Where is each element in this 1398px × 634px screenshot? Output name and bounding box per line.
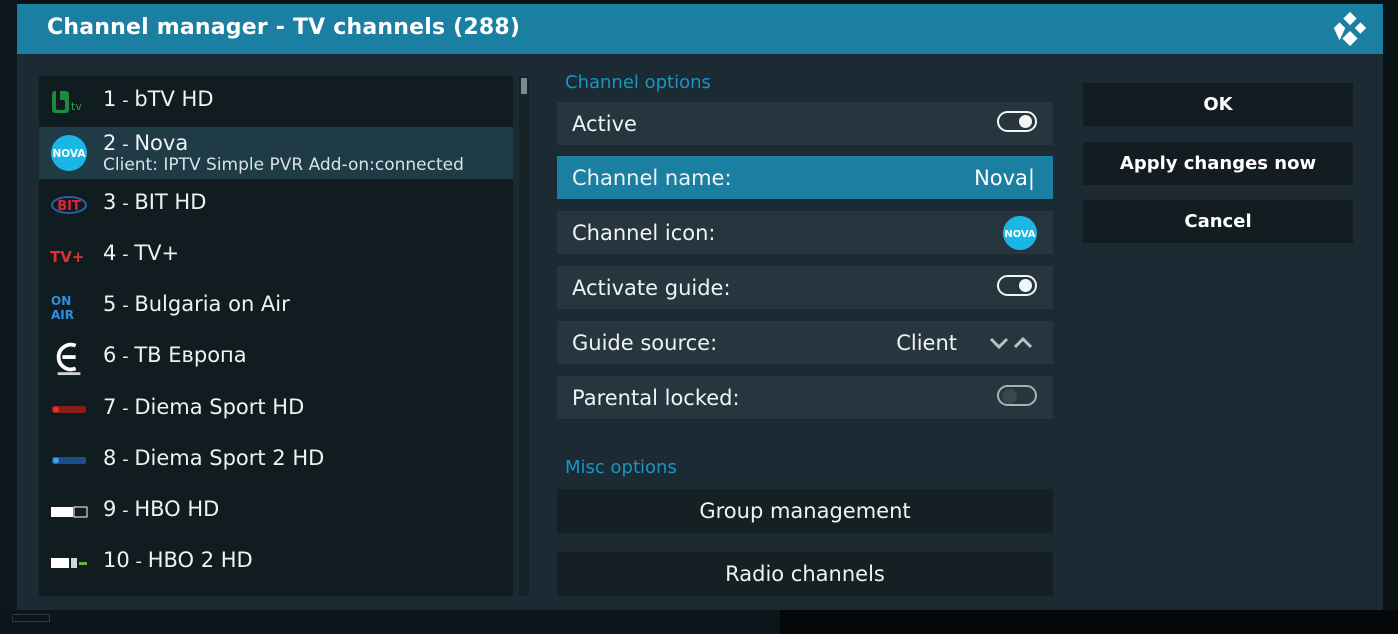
tvplus-logo-icon: TV+ [50, 248, 84, 266]
channel-icon-label: Channel icon: [572, 221, 716, 245]
guide-source-value: Client [896, 331, 957, 355]
channel-options-heading: Channel options [565, 72, 711, 93]
svg-text:ON: ON [51, 294, 71, 308]
tv-evropa-logo-icon [56, 342, 81, 376]
dialog-title: Channel manager - TV channels (288) [47, 15, 521, 40]
channel-row[interactable]: 9 - HBO HD [39, 486, 513, 537]
channel-row[interactable]: ON AIR 5 - Bulgaria on Air [39, 281, 513, 332]
spinner-arrows-icon[interactable] [989, 335, 1039, 351]
background-bottom-right [780, 610, 1398, 634]
channel-name-option[interactable]: Channel name: Nova| [557, 156, 1053, 199]
channel-label: 4 - TV+ [103, 241, 180, 265]
channel-icon-option[interactable]: Channel icon: NOVA [557, 211, 1053, 254]
apply-changes-label: Apply changes now [1119, 153, 1317, 174]
channel-row[interactable]: BIT 3 - BIT HD [39, 179, 513, 230]
svg-text:BIT: BIT [57, 199, 81, 214]
misc-options-heading: Misc options [565, 457, 677, 478]
svg-text:AIR: AIR [51, 308, 74, 321]
active-label: Active [572, 112, 637, 136]
svg-text:NOVA: NOVA [53, 148, 87, 160]
cancel-button[interactable]: Cancel [1083, 200, 1353, 243]
radio-channels-label: Radio channels [725, 562, 885, 586]
kodi-logo-icon [1333, 11, 1367, 47]
nova-channel-icon[interactable]: NOVA [1002, 215, 1038, 251]
channel-row[interactable]: tv 1 - bTV HD [39, 76, 513, 127]
channel-label: 3 - BIT HD [103, 190, 207, 214]
parental-locked-toggle[interactable] [997, 385, 1037, 406]
svg-text:NOVA: NOVA [1004, 229, 1036, 240]
channel-label: 8 - Diema Sport 2 HD [103, 446, 325, 470]
channel-row[interactable]: 10 - HBO 2 HD [39, 537, 513, 588]
channel-list-scrollbar[interactable] [519, 76, 529, 596]
channel-row[interactable]: 6 - ТВ Европа [39, 332, 513, 383]
dialog-titlebar: Channel manager - TV channels (288) [17, 4, 1383, 54]
parental-locked-label: Parental locked: [572, 386, 740, 410]
hbo-2-logo-icon [51, 558, 87, 568]
btv-logo-icon: tv [52, 91, 82, 113]
parental-locked-option[interactable]: Parental locked: [557, 376, 1053, 419]
svg-text:TV+: TV+ [50, 248, 84, 266]
channel-name-input[interactable]: Nova| [974, 166, 1035, 190]
channel-label: 6 - ТВ Европа [103, 343, 247, 367]
ok-label: OK [1203, 94, 1233, 115]
channel-label: 9 - HBO HD [103, 497, 220, 521]
channel-row[interactable]: 7 - Diema Sport HD [39, 384, 513, 435]
radio-channels-button[interactable]: Radio channels [557, 552, 1053, 596]
active-option[interactable]: Active [557, 102, 1053, 145]
apply-changes-button[interactable]: Apply changes now [1083, 142, 1353, 185]
background-left-edge [0, 0, 17, 634]
channel-list[interactable]: tv 1 - bTV HD NOVA 2 - Nova Client: IPTV… [39, 76, 513, 596]
group-management-label: Group management [699, 499, 911, 523]
channel-label: 10 - HBO 2 HD [103, 548, 253, 572]
channel-manager-dialog: Channel manager - TV channels (288) tv 1… [17, 4, 1383, 610]
bit-logo-icon: BIT [51, 196, 87, 214]
channel-row-selected[interactable]: NOVA 2 - Nova Client: IPTV Simple PVR Ad… [39, 127, 513, 179]
channel-label: 7 - Diema Sport HD [103, 395, 305, 419]
cancel-label: Cancel [1184, 211, 1252, 232]
guide-source-option[interactable]: Guide source: Client [557, 321, 1053, 364]
activate-guide-toggle[interactable] [997, 275, 1037, 296]
channel-client-status: Client: IPTV Simple PVR Add-on:connected [103, 155, 464, 175]
on-air-logo-icon: ON AIR [51, 294, 74, 321]
activate-guide-option[interactable]: Activate guide: [557, 266, 1053, 309]
background-box [12, 614, 50, 622]
hbo-logo-icon [50, 506, 88, 518]
active-toggle[interactable] [997, 111, 1037, 132]
diema-sport-2-logo-icon [52, 457, 86, 464]
diema-sport-logo-icon [52, 406, 86, 413]
nova-logo-icon: NOVA [51, 135, 87, 171]
guide-source-label: Guide source: [572, 331, 718, 355]
channel-label: 5 - Bulgaria on Air [103, 292, 290, 316]
channel-row[interactable]: TV+ 4 - TV+ [39, 230, 513, 281]
activate-guide-label: Activate guide: [572, 276, 731, 300]
scrollbar-thumb[interactable] [521, 78, 527, 94]
ok-button[interactable]: OK [1083, 83, 1353, 126]
channel-label: 2 - Nova [103, 131, 189, 155]
svg-text:tv: tv [71, 100, 82, 113]
channel-name-label: Channel name: [572, 166, 732, 190]
group-management-button[interactable]: Group management [557, 489, 1053, 533]
channel-row[interactable]: 8 - Diema Sport 2 HD [39, 435, 513, 486]
channel-label: 1 - bTV HD [103, 87, 214, 111]
